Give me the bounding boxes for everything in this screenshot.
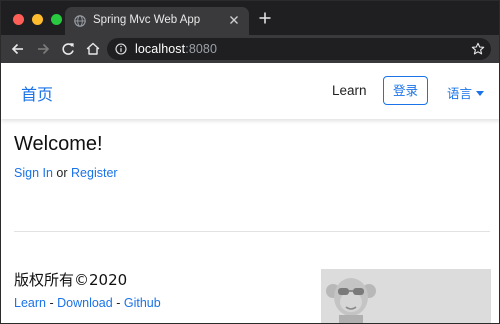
language-dropdown[interactable]: 语言 — [447, 83, 485, 102]
footer-separator: - — [49, 296, 54, 310]
back-arrow-icon[interactable] — [10, 41, 26, 57]
sign-in-link[interactable]: Sign In — [14, 166, 53, 180]
browser-toolbar: localhost:8080 — [1, 35, 499, 63]
close-window-button[interactable] — [13, 14, 24, 25]
home-icon[interactable] — [85, 41, 101, 57]
content-divider — [14, 231, 490, 232]
reload-icon[interactable] — [60, 41, 76, 57]
or-text: or — [56, 166, 68, 180]
minimize-window-button[interactable] — [32, 14, 43, 25]
nav-learn-link[interactable]: Learn — [332, 83, 367, 98]
maximize-window-button[interactable] — [51, 14, 62, 25]
welcome-heading: Welcome! — [14, 133, 103, 155]
address-bar[interactable]: localhost:8080 — [107, 38, 491, 60]
url-host: localhost — [135, 42, 186, 56]
browser-tab[interactable]: Spring Mvc Web App — [65, 7, 249, 35]
footer-learn-link[interactable]: Learn — [14, 296, 46, 310]
tab-title: Spring Mvc Web App — [93, 14, 201, 26]
language-label: 语言 — [447, 86, 473, 101]
plus-icon[interactable] — [258, 11, 272, 25]
forward-arrow-icon[interactable] — [35, 41, 51, 57]
url-text[interactable]: localhost:8080 — [135, 42, 217, 56]
footer-links: Learn - Download - Github — [14, 296, 161, 310]
login-button[interactable]: 登录 — [383, 76, 428, 105]
site-navbar: 首页 Learn 登录 语言 — [1, 63, 499, 119]
web-page: 首页 Learn 登录 语言 Welcome! Sign In or Regis… — [1, 63, 499, 323]
info-icon[interactable] — [115, 43, 127, 55]
register-link[interactable]: Register — [71, 166, 118, 180]
copyright-text: 版权所有©2020 — [14, 271, 128, 289]
monkey-mascot-image — [321, 269, 491, 323]
footer-separator: - — [116, 296, 121, 310]
footer-github-link[interactable]: Github — [124, 296, 161, 310]
monkey-face-icon — [326, 278, 376, 323]
browser-window: Spring Mvc Web App localhost:8080 首页 Lea… — [0, 0, 500, 324]
globe-icon — [74, 15, 86, 27]
window-controls — [13, 14, 62, 25]
tab-bar: Spring Mvc Web App — [1, 1, 499, 35]
auth-links: Sign In or Register — [14, 166, 118, 180]
star-icon[interactable] — [471, 42, 485, 56]
home-link[interactable]: 首页 — [21, 81, 53, 105]
close-icon[interactable] — [228, 14, 240, 26]
url-port: :8080 — [185, 42, 218, 56]
footer-download-link[interactable]: Download — [57, 296, 113, 310]
caret-down-icon — [476, 91, 485, 96]
